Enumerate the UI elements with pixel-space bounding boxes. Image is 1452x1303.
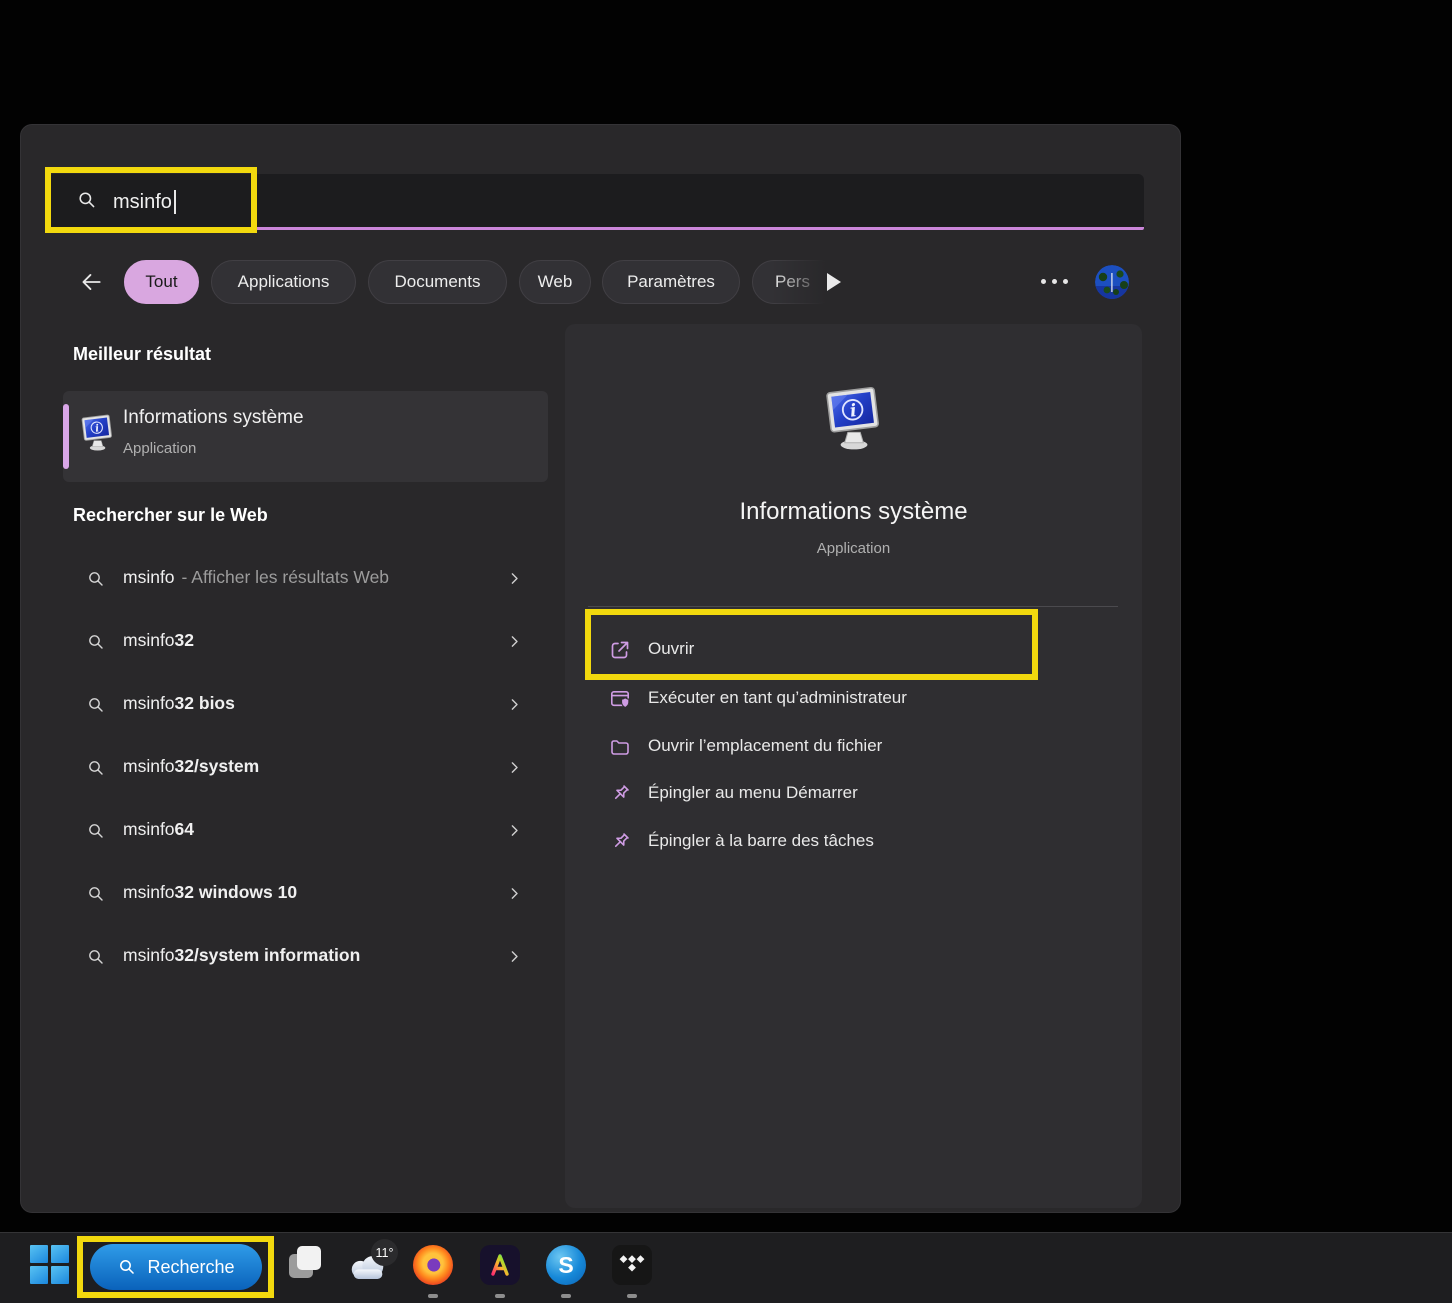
folder-icon (608, 735, 632, 764)
search-icon (117, 1257, 137, 1277)
suggestion-text: msinfo32 bios (123, 693, 235, 714)
open-external-icon (608, 638, 632, 667)
tidal-icon[interactable] (612, 1245, 652, 1285)
best-result-title: Informations système (123, 407, 304, 429)
suggestion-text: msinfo32 windows 10 (123, 882, 297, 903)
web-suggestion[interactable]: msinfo32/system information (63, 932, 548, 982)
running-indicator (428, 1294, 438, 1298)
user-avatar[interactable] (1095, 265, 1129, 299)
chevron-right-icon[interactable] (506, 822, 523, 844)
adobe-express-icon[interactable] (480, 1245, 520, 1285)
chevron-right-icon[interactable] (506, 570, 523, 592)
detail-app-title: Informations système (565, 498, 1142, 526)
search-icon (86, 632, 106, 657)
search-query-text: msinfo (113, 191, 172, 214)
suggestion-text: msinfo- Afficher les résultats Web (123, 567, 389, 588)
web-suggestion[interactable]: msinfo32 bios (63, 680, 548, 730)
taskbar-search-label: Recherche (147, 1257, 234, 1278)
chevron-right-icon[interactable] (506, 885, 523, 907)
chevron-right-icon[interactable] (506, 696, 523, 718)
search-icon (86, 758, 106, 783)
tab-applications[interactable]: Applications (211, 260, 356, 304)
suggestion-text: msinfo32/system information (123, 945, 360, 966)
web-search-heading: Rechercher sur le Web (73, 505, 268, 526)
best-result-item[interactable] (63, 391, 548, 482)
search-icon (76, 189, 98, 216)
tab-documents[interactable]: Documents (368, 260, 507, 304)
firefox-icon[interactable] (413, 1245, 453, 1285)
running-indicator (627, 1294, 637, 1298)
more-options-icon[interactable] (1041, 279, 1068, 284)
web-suggestion[interactable]: msinfo- Afficher les résultats Web (63, 554, 548, 604)
back-arrow-icon[interactable] (78, 269, 104, 300)
web-suggestion[interactable]: msinfo32 windows 10 (63, 869, 548, 919)
tab-tout[interactable]: Tout (124, 260, 199, 304)
system-information-app-icon: i (78, 414, 116, 457)
start-button[interactable] (30, 1245, 70, 1285)
chevron-right-icon[interactable] (506, 633, 523, 655)
web-suggestion[interactable]: msinfo32 (63, 617, 548, 667)
text-cursor (174, 190, 176, 214)
web-suggestion[interactable]: msinfo64 (63, 806, 548, 856)
task-view-button[interactable] (297, 1246, 321, 1270)
web-suggestion[interactable]: msinfo32/system (63, 743, 548, 793)
suggestion-text: msinfo32/system (123, 756, 259, 777)
action-pin-to-start[interactable]: Épingler au menu Démarrer (596, 770, 1116, 818)
suggestion-text: msinfo64 (123, 819, 194, 840)
tab-web[interactable]: Web (519, 260, 591, 304)
best-result-subtitle: Application (123, 440, 196, 457)
pin-icon (608, 782, 632, 811)
search-icon (86, 569, 106, 594)
search-icon (86, 884, 106, 909)
suggestion-text: msinfo32 (123, 630, 194, 651)
tab-parametres[interactable]: Paramètres (602, 260, 740, 304)
weather-temperature-badge[interactable]: 11° (371, 1239, 398, 1266)
taskbar-search-button[interactable]: Recherche (90, 1244, 262, 1290)
desktop: msinfo Tout Applications Documents Web P… (0, 0, 1452, 1303)
search-icon (86, 695, 106, 720)
system-information-app-icon-large: i (820, 386, 886, 457)
expand-tabs-icon[interactable] (827, 273, 841, 291)
divider (588, 606, 1118, 607)
running-indicator (495, 1294, 505, 1298)
search-icon (86, 947, 106, 972)
running-indicator (561, 1294, 571, 1298)
best-result-heading: Meilleur résultat (73, 344, 211, 365)
action-run-as-admin[interactable]: Exécuter en tant qu’administrateur (596, 675, 1116, 723)
chevron-right-icon[interactable] (506, 948, 523, 970)
action-open[interactable]: Ouvrir (596, 626, 1116, 674)
selection-accent-bar (63, 404, 69, 469)
search-icon (86, 821, 106, 846)
pin-icon (608, 830, 632, 859)
skype-icon[interactable]: S (546, 1245, 586, 1285)
action-pin-to-taskbar[interactable]: Épingler à la barre des tâches (596, 818, 1116, 866)
run-as-admin-icon (608, 687, 632, 716)
action-open-file-location[interactable]: Ouvrir l’emplacement du fichier (596, 723, 1116, 771)
chevron-right-icon[interactable] (506, 759, 523, 781)
detail-app-subtitle: Application (565, 540, 1142, 557)
search-input[interactable]: msinfo (48, 174, 1144, 230)
